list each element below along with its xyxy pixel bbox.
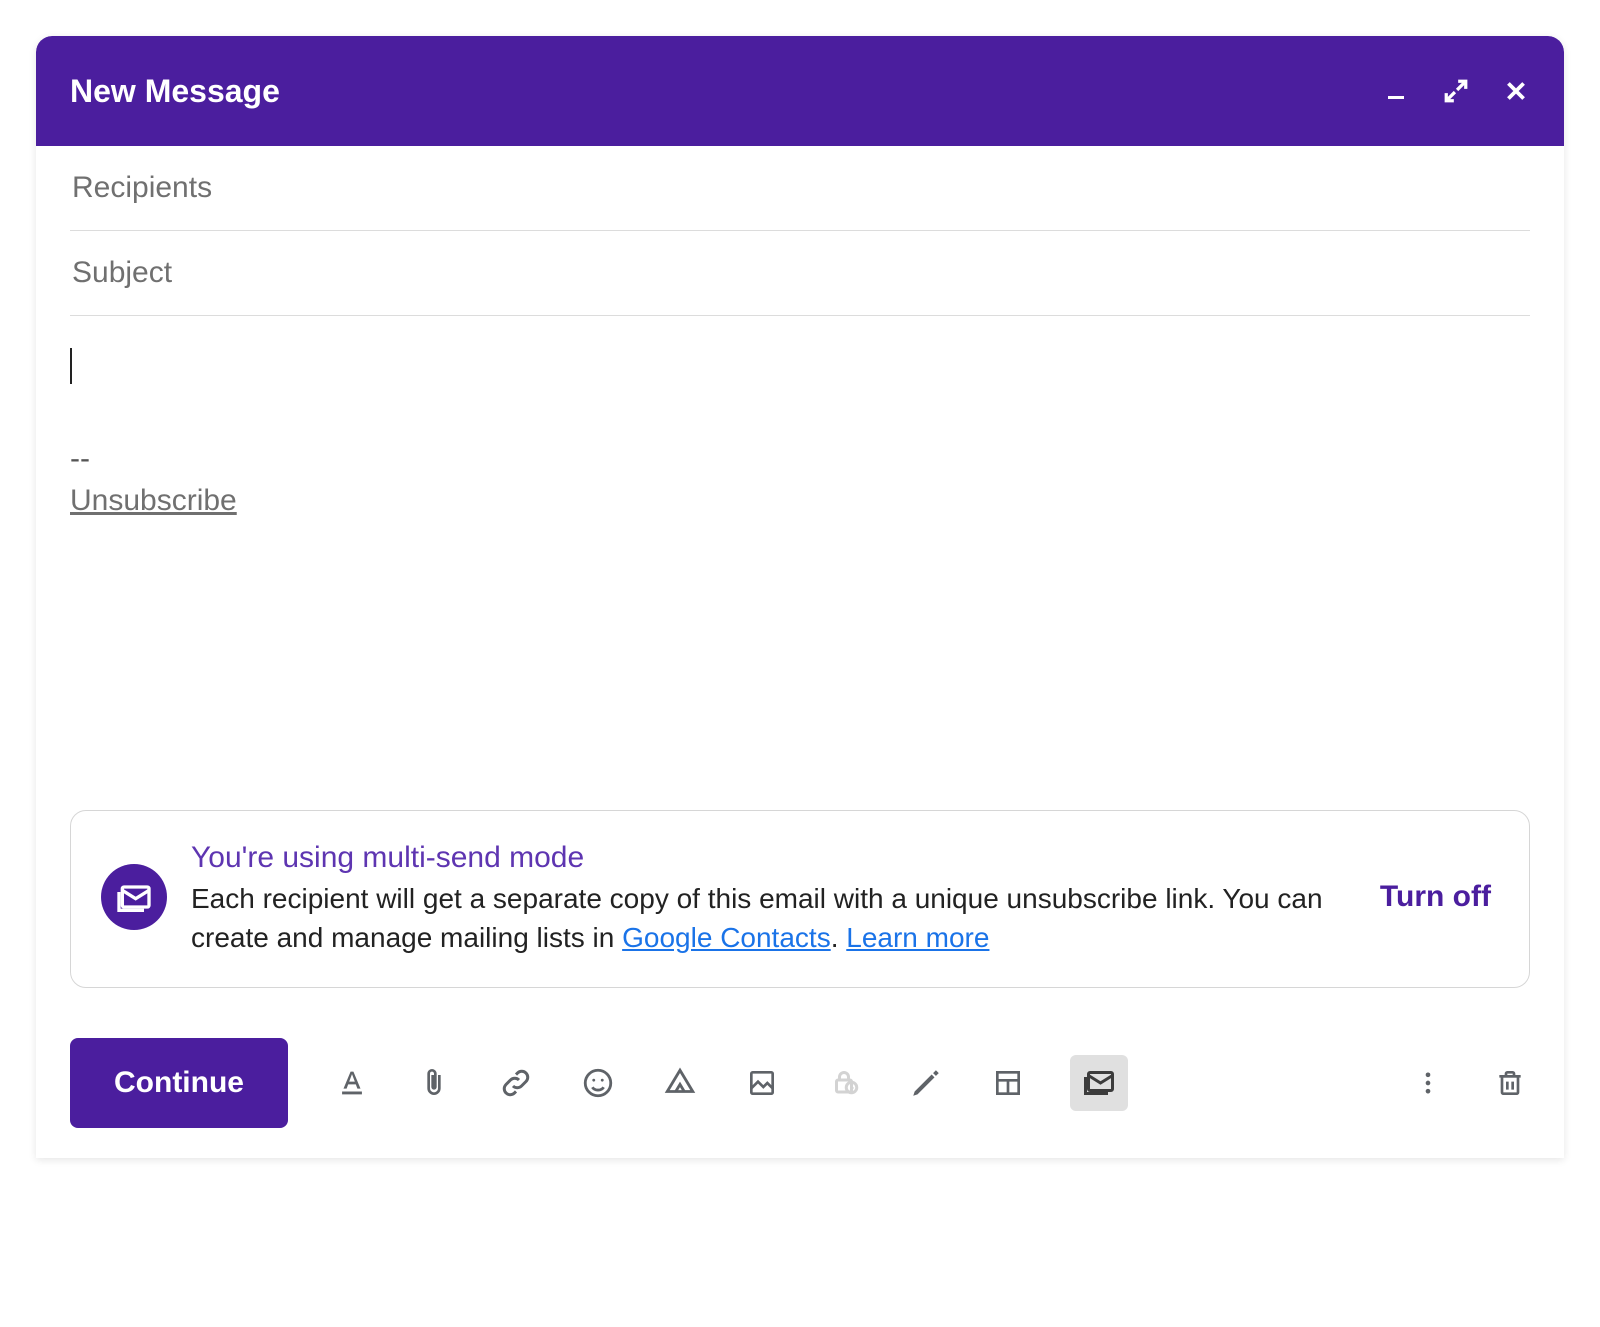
turn-off-button[interactable]: Turn off xyxy=(1372,876,1499,918)
fullscreen-button[interactable] xyxy=(1442,77,1470,105)
multisend-toolbar-icon xyxy=(1081,1065,1117,1101)
unsubscribe-link[interactable]: Unsubscribe xyxy=(70,484,237,518)
compose-body[interactable]: -- Unsubscribe xyxy=(36,316,1564,522)
pen-icon xyxy=(909,1066,943,1100)
template-icon xyxy=(992,1067,1024,1099)
subject-input[interactable] xyxy=(70,255,1530,291)
multisend-sep: . xyxy=(831,922,847,953)
insert-emoji-button[interactable] xyxy=(578,1063,618,1103)
link-icon xyxy=(498,1065,534,1101)
multisend-notice: You're using multi-send mode Each recipi… xyxy=(70,810,1530,988)
text-cursor xyxy=(70,348,72,384)
discard-draft-button[interactable] xyxy=(1490,1063,1530,1103)
compose-toolbar: Continue xyxy=(36,998,1564,1158)
multisend-toggle-button[interactable] xyxy=(1070,1055,1128,1111)
google-contacts-link[interactable]: Google Contacts xyxy=(622,922,831,953)
emoji-icon xyxy=(581,1066,615,1100)
text-format-icon xyxy=(335,1066,369,1100)
expand-icon xyxy=(1443,78,1469,104)
window-controls xyxy=(1382,77,1530,105)
continue-button[interactable]: Continue xyxy=(70,1038,288,1128)
signature-button[interactable] xyxy=(906,1063,946,1103)
compose-title: New Message xyxy=(70,73,280,110)
more-vertical-icon xyxy=(1414,1069,1442,1097)
recipients-input[interactable] xyxy=(70,170,1530,206)
compose-header: New Message xyxy=(36,36,1564,146)
toolbar-right xyxy=(1408,1063,1530,1103)
compose-window: New Message xyxy=(36,36,1564,1158)
formatting-options-button[interactable] xyxy=(332,1063,372,1103)
confidential-icon xyxy=(826,1065,862,1101)
insert-drive-file-button[interactable] xyxy=(660,1063,700,1103)
minimize-icon xyxy=(1384,79,1408,103)
multisend-icon xyxy=(101,864,167,930)
image-icon xyxy=(746,1067,778,1099)
attach-file-button[interactable] xyxy=(414,1063,454,1103)
close-icon xyxy=(1503,78,1529,104)
more-options-button[interactable] xyxy=(1408,1063,1448,1103)
minimize-button[interactable] xyxy=(1382,77,1410,105)
compose-fields xyxy=(36,146,1564,316)
multisend-text: You're using multi-send mode Each recipi… xyxy=(191,837,1348,957)
trash-icon xyxy=(1494,1067,1526,1099)
close-button[interactable] xyxy=(1502,77,1530,105)
multisend-title: You're using multi-send mode xyxy=(191,841,584,874)
signature-separator: -- xyxy=(70,442,1530,476)
subject-row xyxy=(70,231,1530,316)
layout-template-button[interactable] xyxy=(988,1063,1028,1103)
body-cursor-line xyxy=(70,340,1530,392)
insert-image-button[interactable] xyxy=(742,1063,782,1103)
confidential-mode-button xyxy=(824,1063,864,1103)
drive-icon xyxy=(663,1066,697,1100)
recipients-row xyxy=(70,146,1530,231)
learn-more-link[interactable]: Learn more xyxy=(846,922,989,953)
attachment-icon xyxy=(418,1067,450,1099)
toolbar-icons xyxy=(332,1055,1128,1111)
insert-link-button[interactable] xyxy=(496,1063,536,1103)
